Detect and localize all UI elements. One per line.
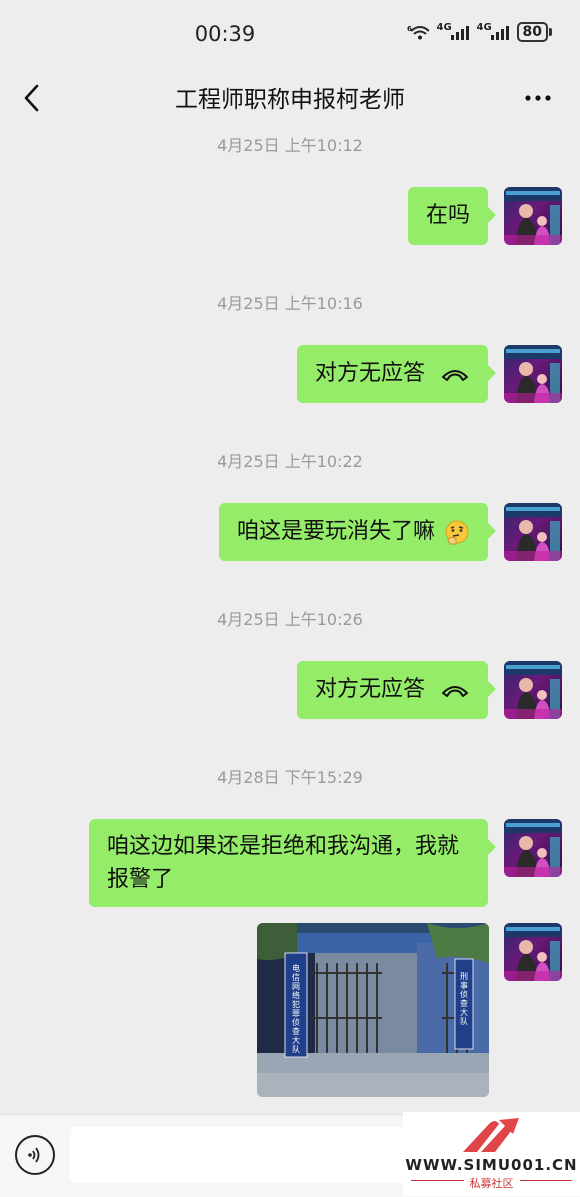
call-record-bubble[interactable]: 对方无应答 bbox=[296, 661, 497, 719]
message-text: 咱这边如果还是拒绝和我沟通，我就报警了 bbox=[107, 834, 460, 892]
photo-sign-left: 电信网络犯罪侦查大队 bbox=[292, 963, 300, 1054]
timestamp: 4月25日 上午10:12 bbox=[217, 136, 363, 155]
timestamp: 4月25日 上午10:16 bbox=[217, 294, 363, 313]
image-message[interactable]: 电信网络犯罪侦查大队 刑事侦查大队 bbox=[257, 923, 489, 1097]
timestamp: 4月28日 下午15:29 bbox=[217, 768, 363, 787]
signal-icon: 4G bbox=[476, 22, 509, 40]
message-text: 对方无应答 bbox=[314, 361, 425, 386]
message-bubble[interactable]: 在吗 bbox=[407, 187, 497, 245]
watermark-subtitle: 私募社区 bbox=[403, 1175, 580, 1191]
message-text: 咱这是要玩消失了嘛 bbox=[236, 519, 435, 544]
phone-hangup-icon bbox=[442, 370, 468, 381]
message-text: 在吗 bbox=[425, 203, 470, 228]
voice-icon bbox=[28, 1147, 40, 1163]
thinking-face-icon bbox=[445, 520, 469, 545]
photo-sign-right: 刑事侦查大队 bbox=[460, 972, 468, 1026]
simu-logo-icon bbox=[463, 1118, 519, 1152]
status-time: 00:39 bbox=[194, 22, 256, 46]
back-button[interactable] bbox=[14, 76, 50, 120]
avatar[interactable] bbox=[504, 345, 562, 403]
avatar[interactable] bbox=[504, 923, 562, 981]
status-icons: 6 4G 4G 80 bbox=[407, 22, 553, 42]
call-record-bubble[interactable]: 对方无应答 bbox=[296, 345, 497, 403]
chevron-left-icon bbox=[24, 84, 39, 112]
chat-title: 工程师职称申报柯老师 bbox=[175, 87, 405, 113]
message-bubble[interactable]: 咱这边如果还是拒绝和我沟通，我就报警了 bbox=[89, 819, 496, 907]
sim-label: 6 bbox=[407, 25, 412, 33]
status-bar: 00:39 6 4G 4G 80 bbox=[0, 0, 580, 68]
voice-button[interactable] bbox=[15, 1135, 55, 1175]
watermark-url: WWW.SIMU001.CN bbox=[405, 1156, 578, 1174]
watermark: WWW.SIMU001.CN 私募社区 bbox=[403, 1112, 580, 1196]
battery-indicator: 80 bbox=[516, 22, 553, 42]
watermark-subtitle-text: 私募社区 bbox=[463, 1177, 520, 1190]
message-bubble[interactable]: 咱这是要玩消失了嘛 bbox=[218, 503, 497, 561]
avatar[interactable] bbox=[504, 661, 562, 719]
wifi-icon: 6 bbox=[407, 25, 429, 40]
avatar[interactable] bbox=[504, 503, 562, 561]
more-dots-icon bbox=[525, 95, 551, 101]
chat-header: 工程师职称申报柯老师 bbox=[0, 68, 580, 128]
signal-icon: 4G bbox=[436, 22, 469, 40]
more-button[interactable] bbox=[518, 80, 558, 116]
network-label: 4G bbox=[476, 22, 492, 33]
avatar[interactable] bbox=[504, 187, 562, 245]
phone-hangup-icon bbox=[442, 686, 468, 697]
avatar[interactable] bbox=[504, 819, 562, 877]
network-label: 4G bbox=[436, 22, 452, 33]
timestamp: 4月25日 上午10:26 bbox=[217, 610, 363, 629]
timestamp: 4月25日 上午10:22 bbox=[217, 452, 363, 471]
building-gate-photo: 电信网络犯罪侦查大队 刑事侦查大队 bbox=[257, 923, 489, 1097]
message-text: 对方无应答 bbox=[314, 677, 425, 702]
